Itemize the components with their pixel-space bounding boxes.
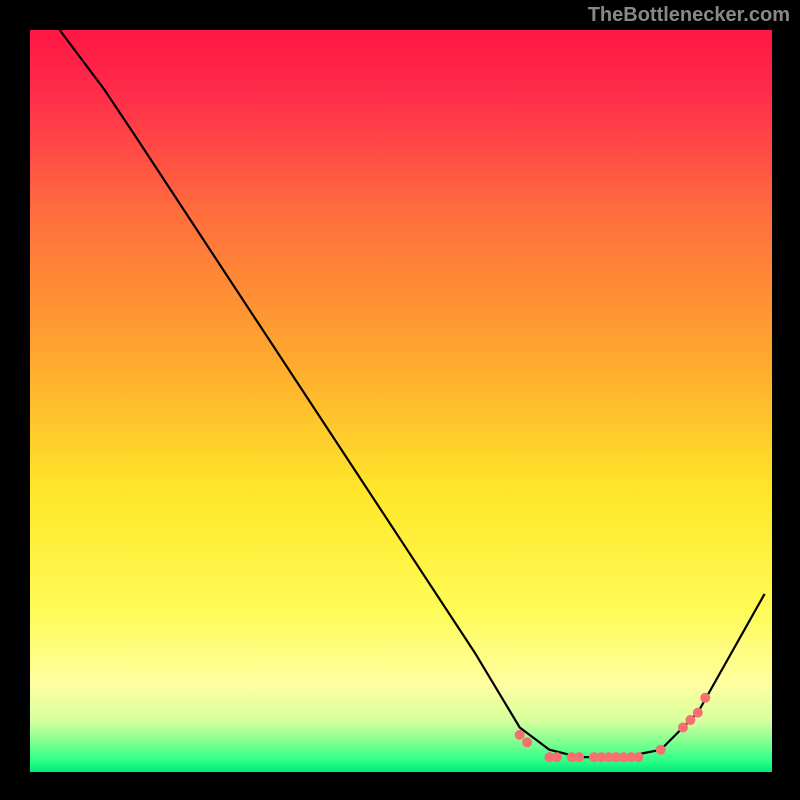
- chart-svg: [0, 0, 800, 800]
- chart-marker: [700, 693, 710, 703]
- chart-marker: [633, 752, 643, 762]
- chart-marker: [515, 730, 525, 740]
- chart-marker: [522, 737, 532, 747]
- chart-marker: [552, 752, 562, 762]
- chart-marker: [693, 708, 703, 718]
- chart-marker: [685, 715, 695, 725]
- watermark: TheBottlenecker.com: [588, 4, 790, 27]
- chart-marker: [574, 752, 584, 762]
- chart-container: TheBottlenecker.com: [0, 0, 800, 800]
- plot-background: [30, 30, 772, 772]
- chart-marker: [656, 745, 666, 755]
- chart-marker: [678, 722, 688, 732]
